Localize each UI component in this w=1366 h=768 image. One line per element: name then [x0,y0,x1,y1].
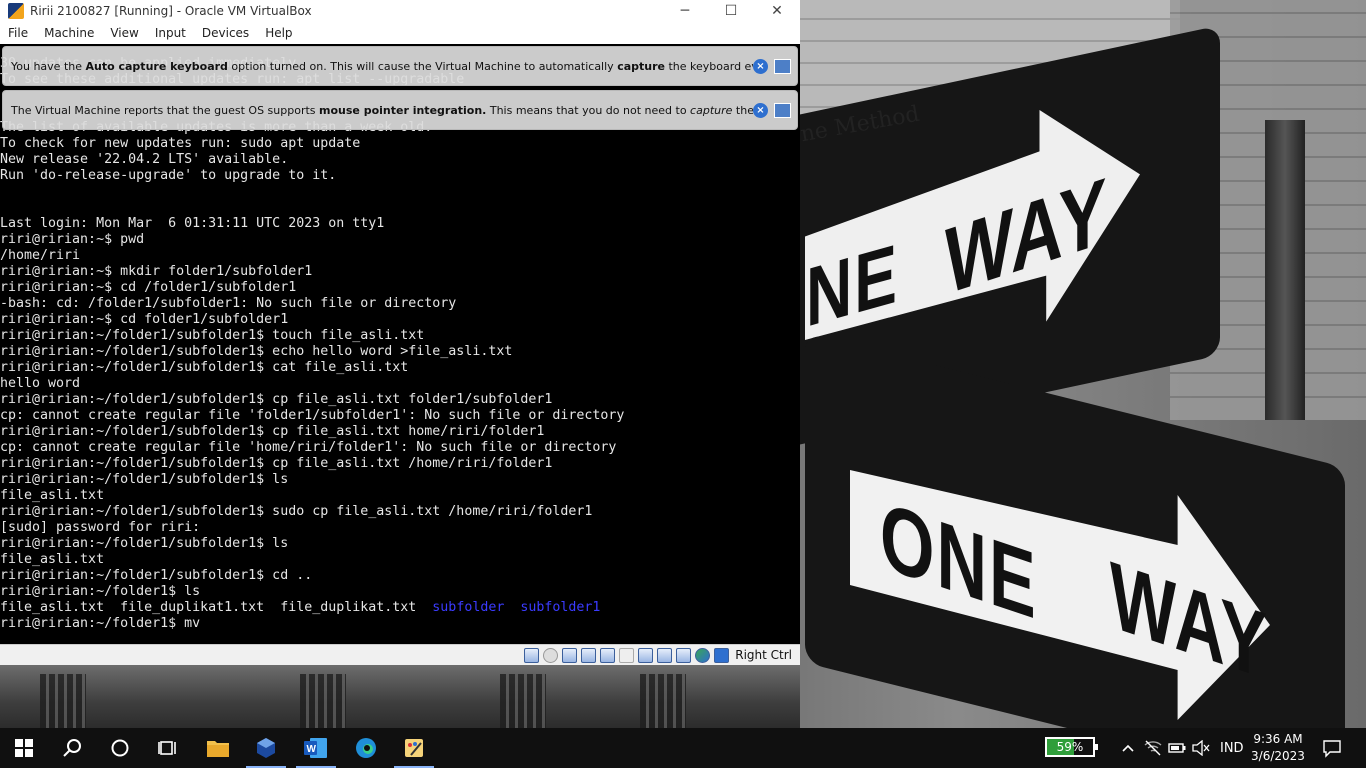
network-disconnected-icon [1144,740,1162,756]
start-button[interactable] [0,728,48,768]
taskbar-edge[interactable] [342,728,390,768]
folder-icon [207,741,229,757]
notice2-text-end: the mouse pointer [735,103,753,117]
cpu-icon[interactable] [676,647,692,663]
network-tray[interactable] [1144,728,1162,768]
usb-icon[interactable] [600,647,616,663]
clock-date: 3/6/2023 [1251,749,1305,763]
network-icon[interactable] [581,647,597,663]
menu-help[interactable]: Help [257,26,300,40]
terminal-dir-subfolder1: subfolder1 [520,600,601,615]
windows-logo-icon [15,739,33,757]
task-view-icon [158,741,176,755]
close-button[interactable]: ✕ [754,0,800,22]
terminal-ls-files: file_asli.txt file_duplikat1.txt file_du… [0,600,433,615]
wallpaper-window [300,674,346,728]
cortana-button[interactable] [96,728,144,768]
notice2-bold: mouse pointer integration. [319,103,487,117]
guest-additions-icon[interactable] [695,647,711,663]
taskbar-file-explorer[interactable] [194,728,242,768]
notice2-text-mid: This means that you do not need to [486,103,691,117]
menu-devices[interactable]: Devices [194,26,257,40]
battery-indicator[interactable]: 59% [1045,737,1098,757]
notification-icon [1323,740,1341,758]
edge-icon [356,738,376,758]
menu-input[interactable]: Input [147,26,194,40]
terminal-lines: 30 updates can be applied immediately. T… [0,56,625,599]
wallpaper-window [500,674,546,728]
maximize-button[interactable]: ☐ [708,0,754,22]
menu-view[interactable]: View [102,26,146,40]
virtualbox-icon [257,738,275,758]
menu-file[interactable]: File [0,26,36,40]
search-button[interactable] [48,728,96,768]
audio-icon[interactable] [562,647,578,663]
notice1-text: You have the [11,59,86,73]
search-icon [63,739,81,757]
notice2-italic: capture [690,103,733,117]
battery-tray[interactable] [1168,728,1186,768]
taskbar-virtualbox[interactable] [242,728,290,768]
taskbar-paint[interactable] [390,728,438,768]
cortana-icon [111,739,129,757]
battery-icon [1168,743,1186,753]
minimize-button[interactable]: ─ [662,0,708,22]
chevron-up-icon [1122,744,1134,752]
menu-bar: File Machine View Input Devices Help [0,22,800,44]
notice1-dont-show-icon[interactable] [774,58,791,74]
battery-percent: 59% [1056,740,1084,754]
keyboard-capture-notification: You have the Auto capture keyboard optio… [2,46,798,86]
window-title: Ririi 2100827 [Running] - Oracle VM Virt… [30,4,312,18]
language-indicator[interactable]: IND [1220,728,1244,768]
menu-machine[interactable]: Machine [36,26,102,40]
notice2-close-icon[interactable]: × [753,102,768,118]
clock-time: 9:36 AM [1253,732,1303,746]
paint-icon [405,739,423,757]
volume-tray[interactable] [1192,728,1210,768]
notice1-bold2: capture [617,59,665,73]
taskbar-word[interactable]: W [292,728,340,768]
svg-text:W: W [307,744,317,755]
video-capture-icon[interactable] [657,647,673,663]
taskbar: W 59% IND 9:36 AM 3/6/2023 [0,728,1366,768]
virtualbox-window: Ririi 2100827 [Running] - Oracle VM Virt… [0,0,800,665]
terminal-output: 30 updates can be applied immediately. T… [0,56,624,632]
optical-drive-icon[interactable] [543,647,559,663]
notice1-text-end: the keyboard every time the VM [668,59,753,73]
wallpaper-window [640,674,686,728]
speaker-muted-icon [1192,740,1210,756]
action-center-button[interactable] [1322,728,1342,768]
host-key-label: Right Ctrl [735,648,792,662]
notice1-bold: Auto capture keyboard [85,59,228,73]
vm-status-bar: Right Ctrl [0,644,800,665]
taskbar-clock[interactable]: 9:36 AM 3/6/2023 [1248,731,1308,765]
mouse-integration-notification: The Virtual Machine reports that the gue… [2,90,798,130]
show-hidden-icons[interactable] [1120,728,1136,768]
wallpaper-bottom-strip [0,664,800,728]
sign-pole [1265,120,1305,420]
notice2-dont-show-icon[interactable] [774,102,791,118]
hard-disk-icon[interactable] [524,647,540,663]
mouse-integration-icon[interactable] [714,647,730,663]
notice2-text: The Virtual Machine reports that the gue… [11,103,320,117]
terminal-prompt-line: riri@ririan:~/folder1$ mv [0,616,201,631]
terminal-dir-subfolder: subfolder [432,600,505,615]
vm-screen[interactable]: 30 updates can be applied immediately. T… [0,44,800,644]
task-view-button[interactable] [144,728,192,768]
word-icon: W [304,738,327,758]
shared-folders-icon[interactable] [619,647,635,663]
notice1-text-mid: option turned on. This will cause the Vi… [227,59,618,73]
wallpaper-window [40,674,86,728]
virtualbox-app-icon [8,3,24,19]
notice1-close-icon[interactable]: × [753,58,768,74]
display-icon[interactable] [638,647,654,663]
